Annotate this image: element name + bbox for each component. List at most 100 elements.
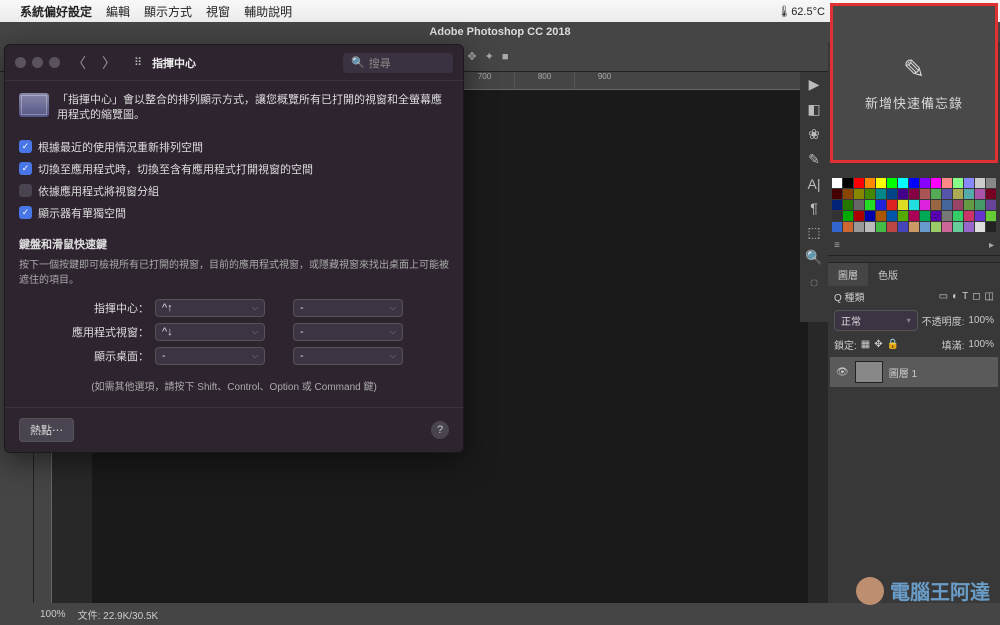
filter-smart-icon[interactable]: ◫ xyxy=(985,291,994,302)
swatch[interactable] xyxy=(909,178,919,188)
swatch[interactable] xyxy=(975,222,985,232)
swatch[interactable] xyxy=(887,200,897,210)
tab-channels[interactable]: 色版 xyxy=(868,263,908,286)
swatch[interactable] xyxy=(942,211,952,221)
swatch[interactable] xyxy=(986,222,996,232)
keyboard-shortcut-select[interactable]: ^↑⌵ xyxy=(155,299,265,317)
swatch[interactable] xyxy=(920,222,930,232)
layer-row[interactable]: 👁 圖層 1 xyxy=(830,357,998,387)
mouse-shortcut-select[interactable]: -⌵ xyxy=(293,347,403,365)
zoom-level[interactable]: 100% xyxy=(40,609,66,620)
swatch[interactable] xyxy=(953,211,963,221)
swatch[interactable] xyxy=(909,211,919,221)
swatch[interactable] xyxy=(964,178,974,188)
swatch[interactable] xyxy=(887,211,897,221)
swatch[interactable] xyxy=(953,189,963,199)
keyboard-shortcut-select[interactable]: -⌵ xyxy=(155,347,265,365)
fill-value[interactable]: 100% xyxy=(968,339,994,350)
swatch[interactable] xyxy=(986,189,996,199)
swatch[interactable] xyxy=(942,200,952,210)
filter-adj-icon[interactable]: ◐ xyxy=(952,291,958,302)
help-button[interactable]: ? xyxy=(431,421,449,439)
swatch[interactable] xyxy=(920,200,930,210)
lock-position-icon[interactable]: ✥ xyxy=(874,339,882,350)
swatch[interactable] xyxy=(986,200,996,210)
swatch[interactable] xyxy=(953,178,963,188)
checkbox-icon[interactable]: ✓ xyxy=(19,206,32,219)
swatch[interactable] xyxy=(986,211,996,221)
swatch[interactable] xyxy=(854,222,864,232)
swatch[interactable] xyxy=(887,178,897,188)
panel-icon-character[interactable]: A| xyxy=(808,176,821,192)
swatch[interactable] xyxy=(931,178,941,188)
swatch[interactable] xyxy=(931,222,941,232)
swatch[interactable] xyxy=(920,178,930,188)
panel-icon-3d[interactable]: ⬚ xyxy=(807,224,820,241)
panel-icon-properties[interactable]: 🔍 xyxy=(805,249,822,266)
panel-icon-adjustments[interactable]: ◧ xyxy=(807,101,820,118)
checkbox-icon[interactable]: ✓ xyxy=(19,162,32,175)
prefs-search[interactable]: 🔍 搜尋 xyxy=(343,53,453,73)
mouse-shortcut-select[interactable]: -⌵ xyxy=(293,299,403,317)
swatch[interactable] xyxy=(854,189,864,199)
swatch[interactable] xyxy=(909,222,919,232)
swatch[interactable] xyxy=(843,222,853,232)
mouse-shortcut-select[interactable]: -⌵ xyxy=(293,323,403,341)
menu-edit[interactable]: 編輯 xyxy=(106,3,130,20)
swatch[interactable] xyxy=(887,189,897,199)
tab-layers[interactable]: 圖層 xyxy=(828,263,868,286)
window-controls[interactable] xyxy=(15,57,60,68)
swatch[interactable] xyxy=(964,200,974,210)
lock-all-icon[interactable]: 🔒 xyxy=(887,339,899,350)
swatch[interactable] xyxy=(942,189,952,199)
swatch[interactable] xyxy=(843,200,853,210)
swatch[interactable] xyxy=(876,222,886,232)
swatch[interactable] xyxy=(964,211,974,221)
options-pan-icon[interactable]: ✦ xyxy=(485,50,494,63)
menu-help[interactable]: 輔助說明 xyxy=(244,3,292,20)
swatch[interactable] xyxy=(931,200,941,210)
swatch[interactable] xyxy=(865,222,875,232)
pref-checkbox-row[interactable]: ✓顯示器有單獨空間 xyxy=(19,202,449,224)
swatch[interactable] xyxy=(953,222,963,232)
menu-view[interactable]: 顯示方式 xyxy=(144,3,192,20)
layer-thumbnail[interactable] xyxy=(855,361,883,383)
swatch[interactable] xyxy=(953,200,963,210)
hot-corners-button[interactable]: 熱點⋯ xyxy=(19,418,74,442)
quick-note-popup[interactable]: ✎ 新增快速備忘錄 xyxy=(830,3,998,163)
swatch[interactable] xyxy=(832,189,842,199)
swatch[interactable] xyxy=(876,211,886,221)
swatch[interactable] xyxy=(887,222,897,232)
swatch[interactable] xyxy=(909,189,919,199)
prefs-titlebar[interactable]: 〈 〉 ⠿ 指揮中心 🔍 搜尋 xyxy=(5,45,463,81)
swatch[interactable] xyxy=(909,200,919,210)
panel-icon-history[interactable]: ▶ xyxy=(809,76,820,93)
panel-menu-icon[interactable]: ≡ xyxy=(834,240,840,251)
options-cam-icon[interactable]: ■ xyxy=(502,51,509,63)
swatch[interactable] xyxy=(843,189,853,199)
swatch[interactable] xyxy=(876,200,886,210)
swatch[interactable] xyxy=(975,189,985,199)
options-orbit-icon[interactable]: ✥ xyxy=(467,50,476,63)
app-menu[interactable]: 系統偏好設定 xyxy=(20,3,92,20)
swatch[interactable] xyxy=(832,211,842,221)
panel-icon-styles[interactable]: ❀ xyxy=(808,126,820,143)
pref-checkbox-row[interactable]: ✓根據最近的使用情況重新排列空間 xyxy=(19,136,449,158)
filter-shape-icon[interactable]: ◻ xyxy=(972,291,980,302)
swatch[interactable] xyxy=(898,200,908,210)
panel-icon-paragraph[interactable]: ¶ xyxy=(810,200,818,216)
swatch[interactable] xyxy=(865,189,875,199)
swatch[interactable] xyxy=(876,189,886,199)
swatch[interactable] xyxy=(876,178,886,188)
panel-icon-info[interactable]: ◌ xyxy=(810,274,818,290)
swatches-panel[interactable] xyxy=(828,174,1000,236)
swatch[interactable] xyxy=(832,200,842,210)
pref-checkbox-row[interactable]: ✓切換至應用程式時，切換至含有應用程式打開視窗的空間 xyxy=(19,158,449,180)
pref-checkbox-row[interactable]: 依據應用程式將視窗分組 xyxy=(19,180,449,202)
checkbox-icon[interactable] xyxy=(19,184,32,197)
swatch[interactable] xyxy=(865,211,875,221)
back-button[interactable]: 〈 xyxy=(68,53,90,73)
swatch[interactable] xyxy=(942,222,952,232)
swatch[interactable] xyxy=(942,178,952,188)
swatch[interactable] xyxy=(964,189,974,199)
